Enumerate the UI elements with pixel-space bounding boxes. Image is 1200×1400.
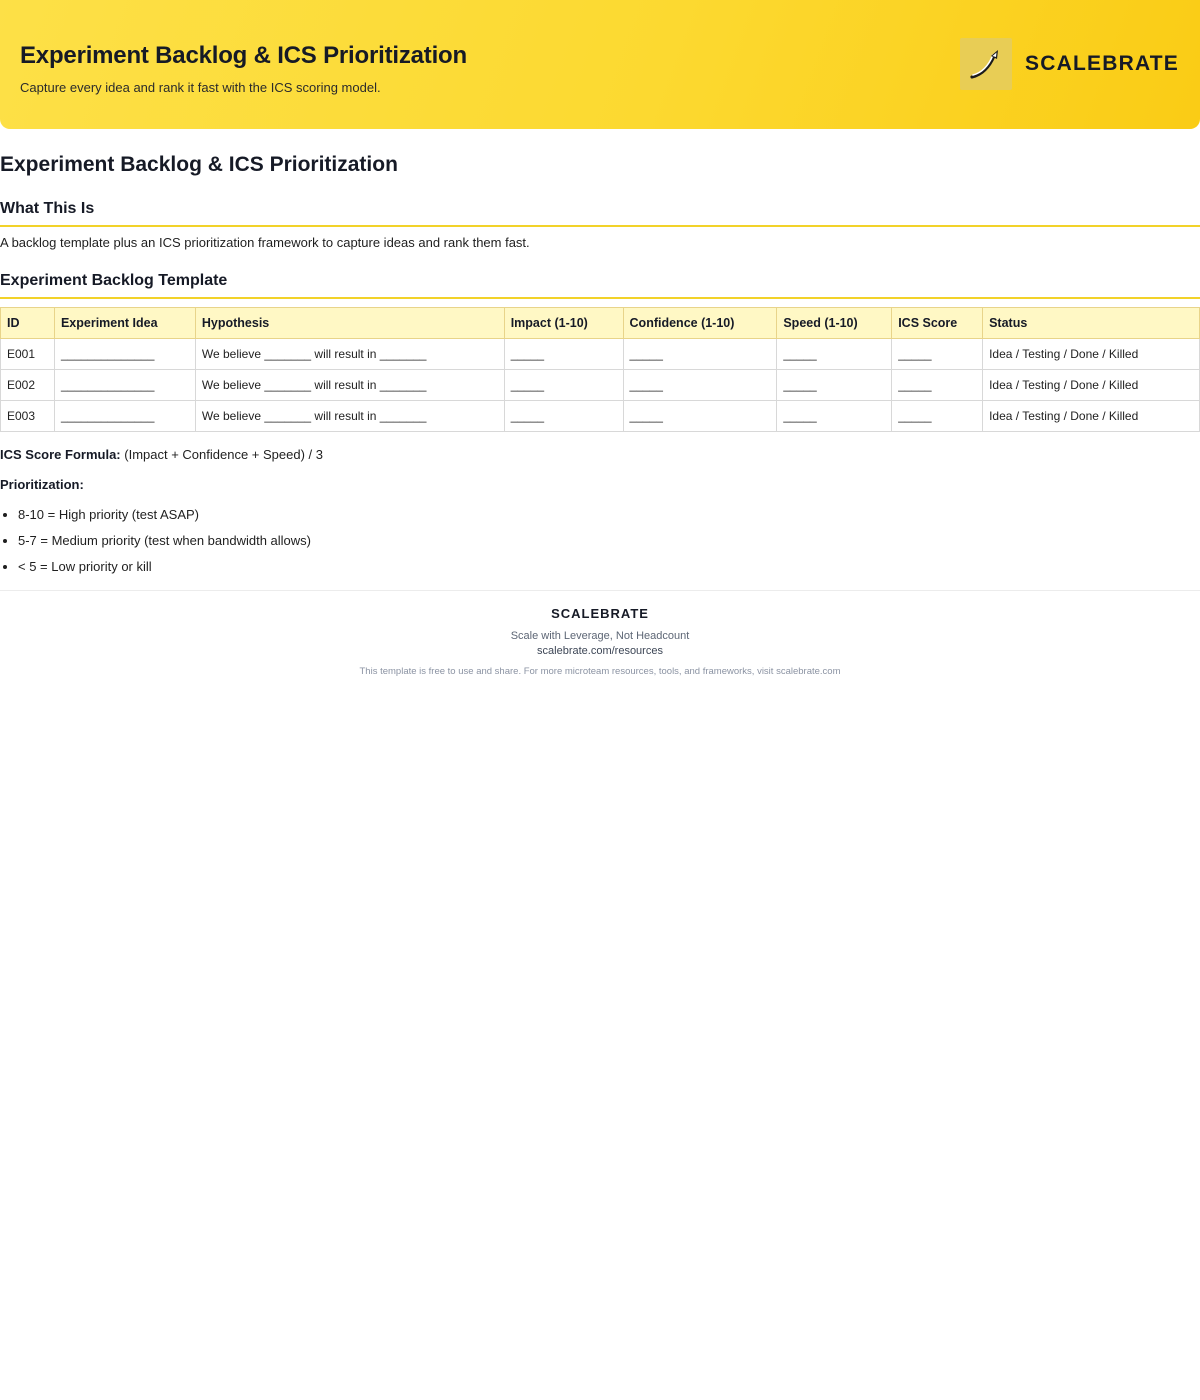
- table-cell: _____: [622, 400, 778, 432]
- table-cell: Idea / Testing / Done / Killed: [982, 369, 1200, 401]
- table-cell: _____: [622, 369, 778, 401]
- table-cell: ______________: [53, 369, 196, 401]
- section-heading-template: Experiment Backlog Template: [0, 272, 1200, 299]
- ics-formula: ICS Score Formula: (Impact + Confidence …: [0, 447, 323, 462]
- table-cell: ______________: [53, 400, 196, 432]
- backlog-table: ID Experiment Idea Hypothesis Impact (1-…: [0, 307, 1200, 432]
- table-cell: _____: [622, 338, 778, 370]
- section-heading-what: What This Is: [0, 200, 1200, 227]
- table-cell: ______________: [53, 338, 196, 370]
- header-subtitle: Capture every idea and rank it fast with…: [20, 80, 381, 95]
- brand[interactable]: SCALEBRATE: [960, 38, 1179, 90]
- footer-note: This template is free to use and share. …: [359, 666, 841, 677]
- table-cell: E002: [0, 369, 55, 401]
- table-cell: _____: [503, 369, 624, 401]
- header-title: Experiment Backlog & ICS Prioritization: [20, 42, 467, 69]
- table-cell: _____: [891, 400, 984, 432]
- brand-name: SCALEBRATE: [1025, 52, 1179, 75]
- column-header: Experiment Idea: [53, 307, 196, 339]
- table-cell: E001: [0, 338, 55, 370]
- prioritization-label: Prioritization:: [0, 477, 84, 492]
- header-banner: Experiment Backlog & ICS Prioritization …: [0, 0, 1200, 129]
- footer-divider: [0, 590, 1200, 591]
- what-description: A backlog template plus an ICS prioritiz…: [0, 235, 530, 250]
- table-row: E001 ______________ We believe _______ w…: [0, 338, 1200, 370]
- table-cell: _____: [503, 400, 624, 432]
- column-header: Status: [982, 307, 1200, 339]
- table-cell: E003: [0, 400, 55, 432]
- footer: SCALEBRATE Scale with Leverage, Not Head…: [0, 606, 1200, 677]
- column-header: Impact (1-10): [503, 307, 624, 339]
- ics-formula-label: ICS Score Formula:: [0, 447, 121, 462]
- ics-formula-text: (Impact + Confidence + Speed) / 3: [124, 447, 323, 462]
- table-cell: Idea / Testing / Done / Killed: [982, 400, 1200, 432]
- table-cell: _____: [503, 338, 624, 370]
- table-cell: _____: [776, 338, 893, 370]
- prioritization-list: 8-10 = High priority (test ASAP) 5-7 = M…: [18, 507, 311, 585]
- list-item: 8-10 = High priority (test ASAP): [18, 507, 311, 533]
- table-row: E003 ______________ We believe _______ w…: [0, 400, 1200, 432]
- list-item: < 5 = Low priority or kill: [18, 559, 311, 585]
- table-cell: We believe _______ will result in ______…: [194, 400, 505, 432]
- column-header: ID: [0, 307, 55, 339]
- table-cell: _____: [776, 400, 893, 432]
- footer-tagline: Scale with Leverage, Not Headcount: [510, 630, 690, 642]
- footer-brand: SCALEBRATE: [551, 606, 649, 621]
- table-cell: We believe _______ will result in ______…: [194, 338, 505, 370]
- table-cell: _____: [891, 338, 984, 370]
- list-item: 5-7 = Medium priority (test when bandwid…: [18, 533, 311, 559]
- footer-url-link[interactable]: scalebrate.com/resources: [0, 645, 1200, 657]
- column-header: Speed (1-10): [776, 307, 893, 339]
- page-title: Experiment Backlog & ICS Prioritization: [0, 153, 398, 176]
- column-header: Confidence (1-10): [622, 307, 778, 339]
- table-cell: We believe _______ will result in ______…: [194, 369, 505, 401]
- column-header: ICS Score: [891, 307, 984, 339]
- table-cell: _____: [776, 369, 893, 401]
- table-cell: _____: [891, 369, 984, 401]
- rising-arrow-icon: [960, 38, 1013, 90]
- table-cell: Idea / Testing / Done / Killed: [982, 338, 1200, 370]
- table-header-row: ID Experiment Idea Hypothesis Impact (1-…: [0, 307, 1200, 339]
- column-header: Hypothesis: [194, 307, 505, 339]
- table-row: E002 ______________ We believe _______ w…: [0, 369, 1200, 401]
